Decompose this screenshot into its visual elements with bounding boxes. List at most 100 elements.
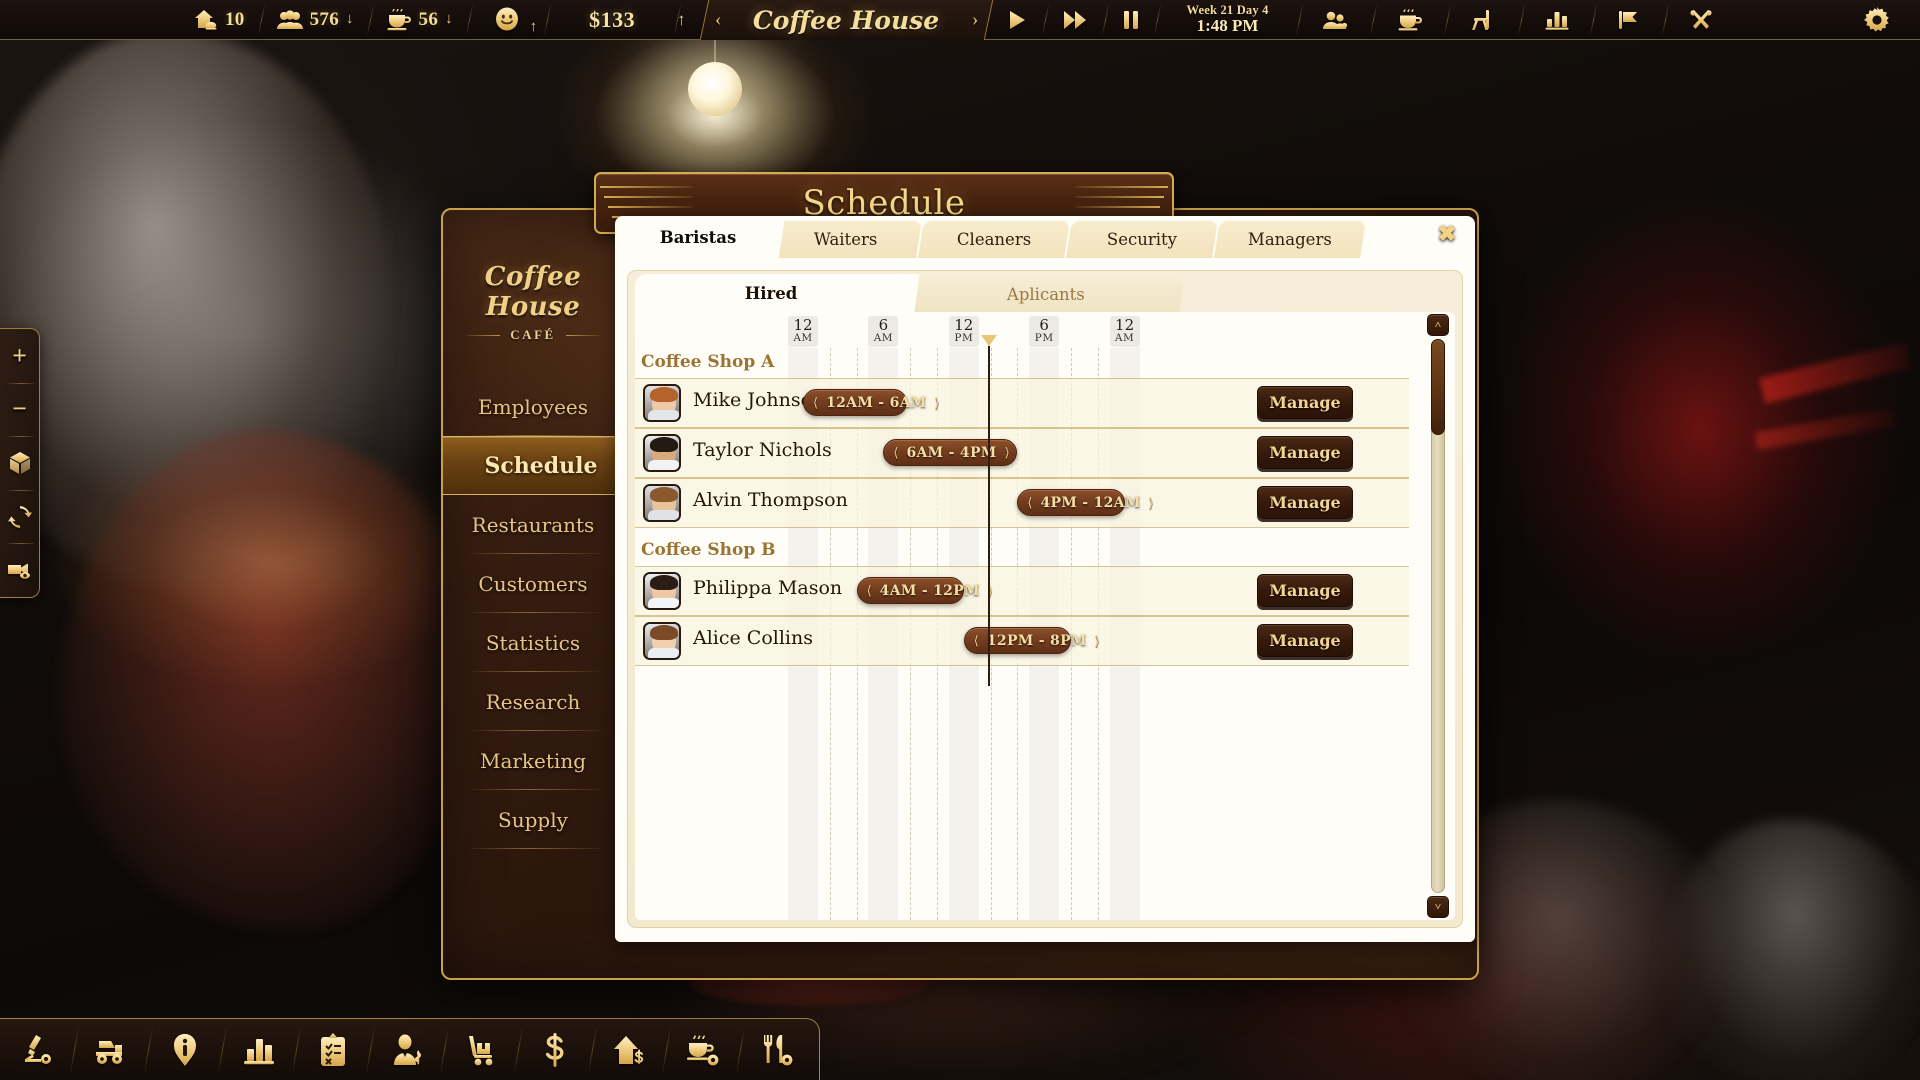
zoom-out-icon: − [12, 394, 27, 424]
camera-view-button[interactable] [0, 543, 39, 597]
tick-ampm: AM [793, 332, 813, 345]
statistics-button[interactable] [222, 1019, 296, 1080]
tab-security[interactable]: Security [1065, 220, 1219, 258]
sidebar-item-statistics[interactable]: Statistics [443, 613, 623, 672]
money-value: $133 [589, 6, 636, 32]
ceiling-lamp [688, 62, 742, 116]
tab-baristas-label: Baristas [659, 227, 737, 247]
bar-chart-icon [243, 1035, 275, 1065]
sidebar-item-supply[interactable]: Supply [443, 790, 623, 849]
tab-waiters[interactable]: Waiters [769, 220, 923, 258]
rotate-view-button[interactable] [0, 489, 39, 544]
shift-chip[interactable]: ⟨ 6AM - 4PM ⟩ [883, 439, 1018, 466]
tick-hour: 12 [1115, 316, 1135, 334]
tab-managers[interactable]: Managers [1213, 220, 1367, 258]
manage-button[interactable]: Manage [1257, 436, 1353, 469]
bottom-toolbar [0, 1018, 820, 1080]
statistics-icon [1545, 10, 1569, 30]
sidebar-item-research[interactable]: Research [443, 672, 623, 731]
tools-icon [1689, 9, 1713, 31]
tab-baristas[interactable]: Baristas [625, 216, 771, 258]
finances-button[interactable] [518, 1019, 592, 1080]
camera-eye-icon [7, 560, 33, 580]
shift-next-arrow-icon[interactable]: ⟩ [935, 396, 940, 409]
shift-prev-arrow-icon[interactable]: ⟨ [867, 584, 872, 597]
next-business-button[interactable]: › [961, 9, 987, 31]
speed-play-button[interactable] [989, 0, 1045, 40]
manage-button[interactable]: Manage [1257, 624, 1353, 657]
view-mode-button[interactable] [0, 436, 39, 490]
restaurant-settings-button[interactable] [740, 1019, 814, 1080]
subtab-hired[interactable]: Hired [635, 274, 907, 312]
game-screen: 10 576 ↓ 56 ↓ ↑ $133 ↑ ‹ Coffee House › … [0, 0, 1920, 1080]
zoom-out-button[interactable]: − [0, 382, 39, 437]
shift-label: 4AM - 12PM [879, 582, 980, 599]
nav-build-button[interactable] [1665, 0, 1737, 40]
cube-icon [8, 451, 32, 475]
info-button[interactable] [148, 1019, 222, 1080]
subtab-applicants[interactable]: Aplicants [907, 276, 1185, 312]
property-button[interactable] [592, 1019, 666, 1080]
sidebar-item-employees[interactable]: Employees [443, 377, 623, 436]
coffee-settings-button[interactable] [666, 1019, 740, 1080]
timeline-tick: 6 AM [868, 316, 899, 348]
tick-ampm: PM [1034, 332, 1054, 345]
zoom-in-button[interactable]: + [0, 329, 39, 383]
nav-staff-button[interactable] [1299, 0, 1373, 40]
resource-properties[interactable]: 10 [178, 0, 261, 40]
sidebar-item-marketing[interactable]: Marketing [443, 731, 623, 790]
shift-prev-arrow-icon[interactable]: ⟨ [813, 396, 818, 409]
employee-name: Alice Collins [693, 627, 813, 649]
employees-button[interactable] [370, 1019, 444, 1080]
shift-label: 12PM - 8PM [986, 632, 1087, 649]
nav-furniture-button[interactable] [1447, 0, 1521, 40]
manage-button[interactable]: Manage [1257, 386, 1353, 419]
manage-button[interactable]: Manage [1257, 486, 1353, 519]
scroll-down-button[interactable]: ˅ [1427, 896, 1449, 918]
tick-ampm: PM [954, 332, 974, 345]
close-icon[interactable]: ✖ [1433, 220, 1461, 248]
vertical-scrollbar[interactable]: ˄ ˅ [1427, 314, 1449, 918]
research-button[interactable] [0, 1019, 74, 1080]
mood-trend-up-icon: ↑ [529, 18, 538, 35]
settings-button[interactable] [1834, 0, 1920, 40]
tasks-button[interactable] [296, 1019, 370, 1080]
supply-button[interactable] [444, 1019, 518, 1080]
shift-chip[interactable]: ⟨ 4AM - 12PM ⟩ [856, 577, 993, 604]
shift-prev-arrow-icon[interactable]: ⟨ [893, 446, 898, 459]
scrollbar-thumb[interactable] [1431, 339, 1445, 435]
resource-customers[interactable]: 576 ↓ [261, 0, 370, 40]
mood-indicator[interactable]: ↑ [469, 0, 548, 40]
shift-next-arrow-icon[interactable]: ⟩ [1005, 446, 1010, 459]
tab-waiters-label: Waiters [814, 229, 878, 249]
scroll-up-button[interactable]: ˄ [1427, 314, 1449, 336]
subtab-applicants-label: Aplicants [1007, 284, 1085, 304]
sidebar-item-customers[interactable]: Customers [443, 554, 623, 613]
resource-coffee[interactable]: 56 ↓ [370, 0, 469, 40]
speed-pause-button[interactable] [1105, 0, 1157, 40]
shift-prev-arrow-icon[interactable]: ⟨ [1027, 496, 1032, 509]
shift-next-arrow-icon[interactable]: ⟩ [1149, 496, 1154, 509]
money-display[interactable]: $133 [547, 0, 677, 40]
employee-row: Alvin Thompson ⟨ 4PM - 12AM ⟩ Manage [635, 478, 1409, 528]
shift-chip[interactable]: ⟨ 12PM - 8PM ⟩ [963, 627, 1100, 654]
tab-cleaners[interactable]: Cleaners [917, 220, 1071, 258]
nav-statistics-button[interactable] [1521, 0, 1593, 40]
current-time-marker [980, 335, 997, 686]
manage-button[interactable]: Manage [1257, 574, 1353, 607]
nav-menu-button[interactable] [1373, 0, 1447, 40]
employee-name: Taylor Nichols [693, 439, 832, 461]
previous-business-button[interactable]: ‹ [705, 9, 731, 31]
content-panel: Baristas Waiters Cleaners Security Manag… [615, 216, 1475, 942]
sidebar-item-restaurants[interactable]: Restaurants [443, 495, 623, 554]
shift-chip[interactable]: ⟨ 12AM - 6AM ⟩ [803, 389, 940, 416]
speed-fast-forward-button[interactable] [1045, 0, 1105, 40]
shift-next-arrow-icon[interactable]: ⟩ [1095, 634, 1100, 647]
camera-toolbar: + − [0, 328, 40, 598]
nav-marketing-button[interactable] [1593, 0, 1665, 40]
demolish-button[interactable] [74, 1019, 148, 1080]
sidebar-menu: Employees Schedule Restaurants Customers… [443, 377, 639, 849]
shift-prev-arrow-icon[interactable]: ⟨ [974, 634, 979, 647]
shift-chip[interactable]: ⟨ 4PM - 12AM ⟩ [1017, 489, 1154, 516]
sidebar-item-schedule[interactable]: Schedule [443, 436, 639, 495]
